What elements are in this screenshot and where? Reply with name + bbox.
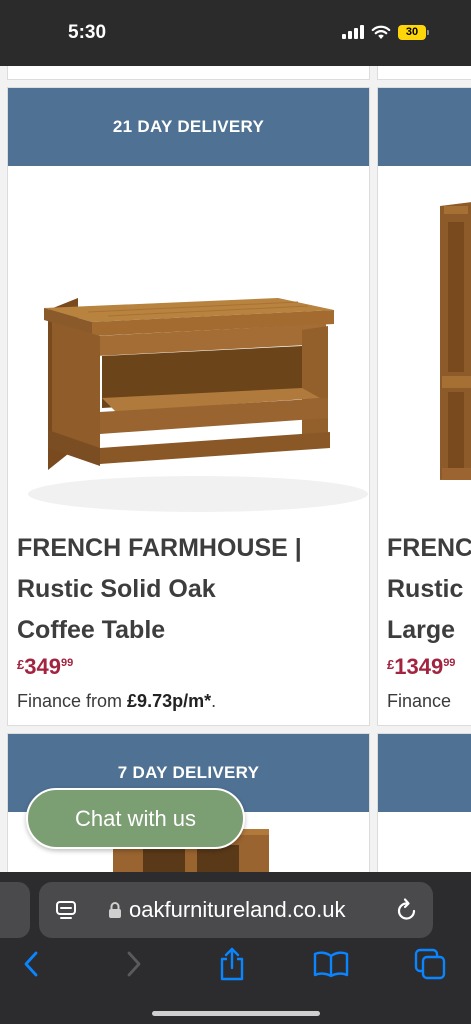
product-card[interactable]: 21 DAY DELIVERY FRENCH FARMHOUSE | Rusti… <box>7 87 370 726</box>
product-title-line[interactable]: Rustic Solid Oak <box>17 569 216 610</box>
home-indicator <box>152 1011 320 1016</box>
share-icon[interactable] <box>214 946 250 982</box>
wifi-icon <box>371 25 391 39</box>
status-icons: 30 <box>342 24 429 40</box>
product-title-line[interactable]: Rustic <box>387 569 463 610</box>
tabs-icon[interactable] <box>412 946 448 982</box>
finance-text: Finance from £9.73p/m*. <box>17 691 216 712</box>
price-main: 1349 <box>394 654 444 679</box>
price-currency: £ <box>387 657 395 672</box>
price-currency: £ <box>17 657 25 672</box>
status-bar: 5:30 30 <box>0 0 471 66</box>
previous-tab[interactable] <box>0 882 30 938</box>
battery-icon: 30 <box>398 24 429 40</box>
reload-icon[interactable] <box>395 897 419 923</box>
back-icon[interactable] <box>13 946 49 982</box>
price-pence: 99 <box>443 657 456 669</box>
finance-text: Finance <box>387 691 451 712</box>
chat-button[interactable]: Chat with us <box>26 788 245 849</box>
product-title-line[interactable]: Large <box>387 610 455 651</box>
product-price: £134999 <box>387 654 455 680</box>
battery-level: 30 <box>398 24 426 40</box>
product-price: £34999 <box>17 654 73 680</box>
delivery-badge <box>378 88 471 166</box>
status-time: 5:30 <box>68 22 107 43</box>
page-menu-icon[interactable] <box>55 900 77 922</box>
address-bar[interactable]: oakfurnitureland.co.uk <box>39 882 433 938</box>
bookmarks-icon[interactable] <box>313 946 349 982</box>
product-card-prev-row[interactable] <box>377 66 471 80</box>
url-text[interactable]: oakfurnitureland.co.uk <box>129 897 345 923</box>
forward-icon[interactable] <box>116 946 152 982</box>
finance-prefix: Finance <box>387 691 452 711</box>
finance-suffix: . <box>211 691 217 711</box>
product-card[interactable]: FRENC Rustic Large £134999 Finance <box>377 87 471 726</box>
product-image[interactable] <box>378 178 471 518</box>
product-card[interactable] <box>377 733 471 872</box>
product-card-prev-row[interactable] <box>7 66 370 80</box>
product-image[interactable] <box>8 248 370 538</box>
cellular-signal-icon <box>342 25 364 39</box>
browser-toolbar: oakfurnitureland.co.uk <box>0 872 471 1024</box>
finance-amount: £9.73p/m* <box>127 691 212 711</box>
finance-prefix: Finance from <box>17 691 128 711</box>
product-title-line[interactable]: FRENCH FARMHOUSE | <box>17 528 302 569</box>
product-grid: 21 DAY DELIVERY FRENCH FARMHOUSE | Rusti… <box>0 66 471 872</box>
product-title-line[interactable]: Coffee Table <box>17 610 165 651</box>
delivery-badge: 21 DAY DELIVERY <box>8 88 369 166</box>
delivery-badge <box>378 734 471 812</box>
price-main: 349 <box>24 654 61 679</box>
price-pence: 99 <box>60 657 74 669</box>
product-title-line[interactable]: FRENC <box>387 528 471 569</box>
lock-icon <box>109 902 121 918</box>
